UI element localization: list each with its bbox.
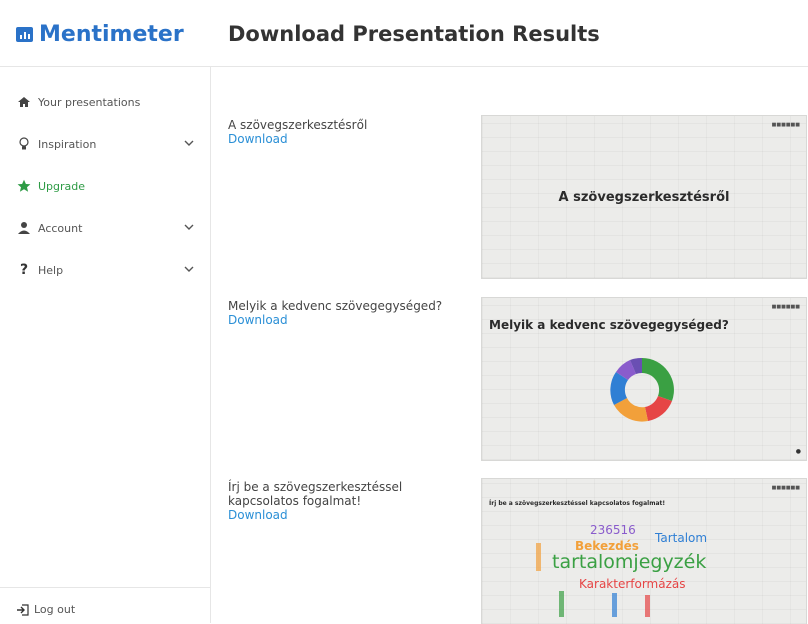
slide-title: A szövegszerkesztésről [558, 190, 730, 205]
logo-mark-icon [16, 26, 33, 42]
download-link[interactable]: Download [228, 313, 458, 327]
word-cloud-word: Tartalom [655, 531, 708, 545]
slide-thumbnail[interactable]: ■■■■■■ Írj be a szövegszerkesztéssel kap… [481, 478, 807, 624]
sidebar-item-inspiration[interactable]: Inspiration [16, 133, 196, 155]
mentimeter-watermark-icon: ■■■■■■ [771, 122, 800, 128]
presentation-title: A szövegszerkesztésről [228, 118, 368, 132]
word-cloud-word: Karakterformázás [579, 577, 686, 591]
sidebar-item-your-presentations[interactable]: Your presentations [16, 91, 196, 113]
presentation-title: Írj be a szövegszerkesztéssel kapcsolato… [228, 480, 403, 508]
slide-thumbnail[interactable]: ■■■■■■ A szövegszerkesztésről [481, 115, 807, 279]
slide-title: Írj be a szövegszerkesztéssel kapcsolato… [489, 500, 666, 507]
sidebar-item-label: Help [38, 263, 64, 277]
slide-thumbnail[interactable]: ■■■■■■ Melyik a kedvenc szövegegységed? … [481, 297, 807, 461]
sidebar-item-label: Inspiration [38, 137, 97, 151]
sidebar-item-account[interactable]: Account [16, 217, 196, 239]
sidebar-item-upgrade[interactable]: Upgrade [16, 175, 196, 197]
sidebar-item-help[interactable]: ? Help [16, 259, 196, 281]
chevron-down-icon[interactable] [182, 136, 196, 150]
slide-title: Melyik a kedvenc szövegegységed? [489, 318, 729, 332]
chevron-down-icon[interactable] [182, 262, 196, 276]
logout-label: Log out [34, 603, 76, 616]
presentation-item: A szövegszerkesztésről Download [228, 118, 458, 146]
user-icon: ● [795, 448, 801, 455]
sidebar: Your presentations Inspiration Upgrade A… [0, 67, 211, 623]
sidebar-item-label: Upgrade [38, 179, 86, 193]
download-link[interactable]: Download [228, 508, 458, 522]
mentimeter-watermark-icon: ■■■■■■ [771, 485, 800, 491]
logout-button[interactable]: Log out [16, 603, 75, 616]
home-icon [16, 94, 32, 110]
star-icon [16, 178, 32, 194]
top-header: Mentimeter Download Presentation Results [0, 0, 808, 67]
word-cloud-word: 236516 [590, 523, 636, 537]
question-icon: ? [19, 262, 29, 278]
logout-icon [16, 603, 30, 616]
chevron-down-icon[interactable] [182, 220, 196, 234]
sidebar-divider [0, 587, 210, 588]
vertical-word-mark [559, 591, 564, 617]
sidebar-item-label: Account [38, 221, 83, 235]
mentimeter-logo[interactable]: Mentimeter [16, 20, 184, 48]
lightbulb-icon [16, 136, 32, 152]
presentation-item: Írj be a szövegszerkesztéssel kapcsolato… [228, 480, 458, 522]
presentation-title: Melyik a kedvenc szövegegységed? [228, 299, 443, 313]
sidebar-item-label: Your presentations [38, 95, 141, 109]
download-link[interactable]: Download [228, 132, 458, 146]
user-icon [16, 220, 32, 236]
vertical-word-mark [645, 595, 650, 617]
presentation-item: Melyik a kedvenc szövegegységed? Downloa… [228, 299, 458, 327]
logo-text: Mentimeter [39, 21, 184, 47]
vertical-word-mark [612, 593, 617, 617]
page-title: Download Presentation Results [228, 22, 600, 46]
vertical-word-mark [536, 543, 541, 571]
mentimeter-watermark-icon: ■■■■■■ [771, 304, 800, 310]
donut-chart-icon [610, 357, 674, 422]
word-cloud-word: tartalomjegyzék [552, 551, 707, 573]
